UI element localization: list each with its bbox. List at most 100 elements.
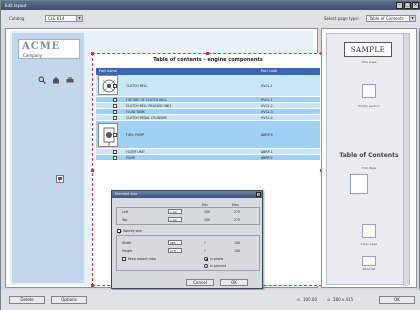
column-header-part-name: Part name xyxy=(99,69,117,73)
height-input[interactable]: 275 xyxy=(168,248,182,253)
row-checkbox[interactable] xyxy=(113,110,117,114)
height-min: ? xyxy=(204,249,206,253)
ok-button[interactable]: OK xyxy=(220,279,248,286)
toc-heading: Table of Contents xyxy=(339,152,399,159)
top-input[interactable]: 1.00 xyxy=(168,217,182,222)
row-checkbox[interactable] xyxy=(113,84,117,88)
keep-ratio-label: Keep aspect ratio xyxy=(128,257,156,261)
specify-size-checkbox[interactable] xyxy=(117,229,122,234)
part-code: HVCL-1 xyxy=(261,84,273,88)
chevron-down-icon: ▼ xyxy=(409,16,415,21)
top-max: 275 xyxy=(234,218,241,222)
left-max: 275 xyxy=(234,210,241,214)
close-button[interactable]: × xyxy=(412,2,419,9)
dialog-title: Element size xyxy=(112,191,262,198)
column-header-part-code: Part code xyxy=(261,69,278,73)
row-checkbox[interactable] xyxy=(113,116,117,120)
logo-text: ACME xyxy=(22,41,61,52)
pixels-label: in pixels xyxy=(210,257,224,261)
catalog-select[interactable]: CLE E14 ▼ xyxy=(45,15,83,22)
pagetype-select-value: Table of Contents xyxy=(369,16,404,21)
sample-thumbnail[interactable]: SAMPLE xyxy=(344,42,392,57)
window-controls: – □ × xyxy=(396,2,419,9)
top-label: Top xyxy=(122,218,128,222)
thumb-label: Title page xyxy=(361,60,377,64)
table-header: Part name Part code xyxy=(96,68,320,75)
width-input[interactable]: 285 xyxy=(168,240,182,245)
resize-handle[interactable] xyxy=(91,284,94,287)
chevron-down-icon: ▼ xyxy=(76,16,82,21)
table-row[interactable]: PUMP ABRP-2 xyxy=(96,155,320,161)
resize-handle[interactable] xyxy=(91,169,94,172)
cancel-button[interactable]: Cancel xyxy=(186,279,214,286)
row-checkbox[interactable] xyxy=(113,150,117,154)
pagetype-label: Select page type: xyxy=(324,16,360,21)
page-templates-panel: SAMPLE Title page Empty section Table of… xyxy=(321,28,417,288)
thumb-label: TOC Page xyxy=(361,166,377,170)
zoom-readout: 100.00 xyxy=(303,297,317,302)
thumb-label: Empty section xyxy=(358,104,380,108)
maximize-button[interactable]: □ xyxy=(404,2,411,9)
keep-ratio-checkbox[interactable] xyxy=(122,257,126,261)
toc-table: Part name Part code CLUTCH BELL HVCL-1 F… xyxy=(96,68,320,161)
window-title: Edit layout xyxy=(5,3,27,8)
page-left-panel: ACME Company xyxy=(12,33,84,283)
dialog-close-button[interactable]: × xyxy=(256,192,261,197)
minimize-button[interactable]: – xyxy=(396,2,403,9)
part-code: ABRP-2 xyxy=(261,156,273,160)
pixels-radio[interactable] xyxy=(204,257,208,261)
left-input[interactable]: 1.00 xyxy=(168,209,182,214)
size-readout: 280 x 415 xyxy=(333,297,354,302)
search-icon[interactable] xyxy=(38,76,46,84)
main-ok-button[interactable]: OK xyxy=(379,296,415,304)
template-thumbnail[interactable] xyxy=(362,84,376,98)
template-list: SAMPLE Title page Empty section Table of… xyxy=(326,33,410,286)
table-row[interactable]: FUEL PUMP ABRP-S xyxy=(96,121,320,149)
pagetype-select[interactable]: Table of Contents ▼ xyxy=(366,15,416,22)
resize-handle[interactable] xyxy=(206,52,209,55)
delete-button[interactable]: Delete xyxy=(9,296,45,304)
toolbar: Catalog CLE E14 ▼ Select page type: Tabl… xyxy=(1,10,420,28)
logo-subtext: Company xyxy=(23,53,43,58)
element-size-dialog: Element size × Min Max Left 1.00 100 275… xyxy=(111,190,263,289)
top-min: 100 xyxy=(204,218,211,222)
zoom-icon: ⊙ xyxy=(297,297,301,302)
part-name: FUEL PUMP xyxy=(126,133,144,137)
template-thumbnail[interactable] xyxy=(362,224,376,238)
width-label: Width xyxy=(122,241,132,245)
thumb-label: Parts list xyxy=(362,267,376,271)
height-max: 100 xyxy=(234,249,241,253)
title-bar: Edit layout – □ × xyxy=(1,1,420,10)
print-icon[interactable] xyxy=(66,76,74,84)
row-checkbox[interactable] xyxy=(113,133,117,137)
width-max: 100 xyxy=(234,241,241,245)
left-label: Left xyxy=(122,210,128,214)
resize-handle[interactable] xyxy=(91,52,94,55)
home-icon[interactable] xyxy=(52,76,60,84)
percent-radio[interactable] xyxy=(204,264,208,268)
company-logo[interactable]: ACME Company xyxy=(18,39,80,59)
size-icon: ⊙ xyxy=(327,297,331,302)
part-name: CLUTCH BELL xyxy=(126,84,148,88)
cart-icon[interactable] xyxy=(56,175,64,183)
percent-label: in percent xyxy=(210,264,227,268)
sidebar-scrollbar[interactable] xyxy=(403,34,409,286)
page-title: Table of contents - engine components xyxy=(153,57,263,63)
part-code: ABRP-S xyxy=(261,133,273,137)
specify-size-label: Specify size xyxy=(123,229,142,233)
height-label: Height xyxy=(122,249,133,253)
editor-window: Edit layout – □ × Catalog CLE E14 ▼ Sele… xyxy=(0,0,420,310)
options-button[interactable]: Options xyxy=(51,296,87,304)
part-name: PUMP xyxy=(126,156,135,160)
toc-thumbnail[interactable] xyxy=(350,174,368,194)
catalog-select-value: CLE E14 xyxy=(48,16,65,21)
row-checkbox[interactable] xyxy=(113,98,117,102)
table-row[interactable]: CLUTCH BELL HVCL-1 xyxy=(96,75,320,97)
catalog-label: Catalog xyxy=(9,16,25,21)
template-thumbnail[interactable] xyxy=(362,256,376,266)
left-min: 100 xyxy=(204,210,211,214)
row-checkbox[interactable] xyxy=(113,156,117,160)
thumb-label: Index page xyxy=(360,242,378,246)
row-checkbox[interactable] xyxy=(113,104,117,108)
width-min: ? xyxy=(204,241,206,245)
